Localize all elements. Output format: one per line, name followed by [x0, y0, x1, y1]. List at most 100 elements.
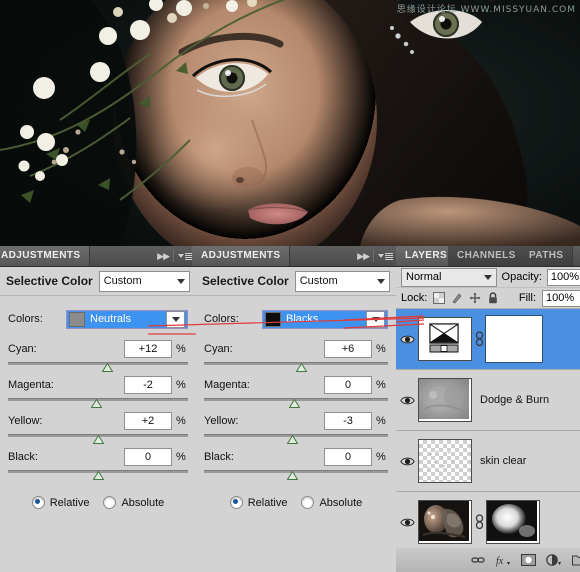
- table-row[interactable]: skin clear: [396, 431, 580, 492]
- layer-thumbnail[interactable]: [418, 378, 472, 422]
- layer-mask-icon[interactable]: [521, 553, 536, 567]
- radio-absolute[interactable]: Absolute: [301, 496, 362, 509]
- adjustments-panel-right: ADJUSTMENTS ▶▶ Selective Color Custom Co…: [196, 246, 397, 572]
- blend-mode-dropdown[interactable]: Normal: [401, 268, 497, 287]
- opacity-input[interactable]: 100%: [547, 269, 580, 286]
- double-right-arrow-icon[interactable]: ▶▶: [157, 251, 169, 262]
- divider: [373, 250, 374, 262]
- table-row[interactable]: [396, 492, 580, 553]
- blend-mode-value: Normal: [406, 271, 484, 283]
- slider-value[interactable]: 0: [124, 448, 172, 466]
- slider-value[interactable]: +6: [324, 340, 372, 358]
- tab-channels[interactable]: CHANNELS: [448, 246, 526, 266]
- radio-indicator[interactable]: [103, 496, 116, 509]
- slider-unit: %: [176, 379, 188, 391]
- slider-unit: %: [176, 415, 188, 427]
- fill-input[interactable]: 100%: [542, 290, 580, 307]
- layers-panel: LAYERS CHANNELS PATHS Normal Opacity: 10…: [396, 246, 580, 572]
- layers-tab-bar: LAYERS CHANNELS PATHS: [396, 246, 580, 267]
- slider-track[interactable]: [204, 468, 388, 482]
- link-layers-icon[interactable]: [472, 514, 486, 530]
- layer-thumbnail[interactable]: [418, 317, 472, 361]
- lock-image-pixels-icon[interactable]: [451, 292, 463, 304]
- slider-value[interactable]: -2: [124, 376, 172, 394]
- panel-menu-icon[interactable]: [378, 253, 393, 260]
- mask-thumbnail: [487, 501, 537, 541]
- slider-thumb[interactable]: [93, 435, 104, 444]
- lock-transparency-icon[interactable]: [433, 292, 445, 304]
- gray-photo-thumbnail: [419, 379, 469, 419]
- colors-row: Colors: Blacks: [196, 308, 396, 330]
- radio-relative[interactable]: Relative: [230, 496, 288, 509]
- slider-label: Black:: [204, 451, 320, 463]
- colors-dropdown[interactable]: Blacks: [262, 310, 388, 329]
- slider-label: Cyan:: [8, 343, 120, 355]
- lock-row: Lock: Fill: 100%: [396, 288, 580, 309]
- selective-color-header: Selective Color Custom: [0, 267, 196, 296]
- chevron-down-icon: [177, 279, 185, 284]
- slider-track[interactable]: [8, 468, 188, 482]
- slider-track[interactable]: [204, 396, 388, 410]
- layer-mask-thumbnail[interactable]: [486, 500, 540, 544]
- link-layers-icon[interactable]: [472, 331, 486, 347]
- table-row[interactable]: Dodge & Burn: [396, 370, 580, 431]
- colors-dropdown-button[interactable]: [366, 311, 385, 328]
- radio-indicator[interactable]: [230, 496, 243, 509]
- colors-dropdown-button[interactable]: [166, 311, 185, 328]
- slider-track[interactable]: [8, 396, 188, 410]
- colors-row: Colors: Neutrals: [0, 308, 196, 330]
- slider-thumb[interactable]: [289, 399, 300, 408]
- slider-track[interactable]: [8, 360, 188, 374]
- radio-label: Relative: [50, 497, 90, 509]
- layer-thumbnail[interactable]: [418, 500, 472, 544]
- slider-track[interactable]: [8, 432, 188, 446]
- slider-thumb[interactable]: [296, 363, 307, 372]
- tab-adjustments[interactable]: ADJUSTMENTS: [0, 246, 90, 266]
- new-fill-adjustment-icon[interactable]: [546, 553, 562, 567]
- slider-thumb[interactable]: [93, 471, 104, 480]
- radio-indicator[interactable]: [32, 496, 45, 509]
- slider-thumb[interactable]: [102, 363, 113, 372]
- layer-name[interactable]: skin clear: [472, 455, 580, 467]
- tab-adjustments[interactable]: ADJUSTMENTS: [192, 246, 290, 266]
- link-layers-icon[interactable]: [471, 553, 485, 567]
- slider-label: Yellow:: [8, 415, 120, 427]
- slider-track[interactable]: [204, 432, 388, 446]
- layer-name[interactable]: Dodge & Burn: [472, 394, 580, 406]
- layer-thumbnail[interactable]: [418, 439, 472, 483]
- radio-indicator[interactable]: [301, 496, 314, 509]
- layer-style-fx-icon[interactable]: fx: [495, 553, 511, 567]
- method-radio-group: Relative Absolute: [196, 496, 396, 509]
- new-group-icon[interactable]: [572, 553, 580, 567]
- layer-visibility-toggle[interactable]: [396, 517, 418, 528]
- slider-yellow: Yellow: +2 %: [0, 410, 196, 446]
- lock-position-icon[interactable]: [469, 292, 481, 304]
- panel-tab-bar: ADJUSTMENTS ▶▶: [0, 246, 196, 267]
- panel-menu-icon[interactable]: [178, 253, 193, 260]
- double-right-arrow-icon[interactable]: ▶▶: [357, 251, 369, 262]
- slider-track[interactable]: [204, 360, 388, 374]
- radio-absolute[interactable]: Absolute: [103, 496, 164, 509]
- slider-thumb[interactable]: [287, 435, 298, 444]
- slider-value[interactable]: 0: [324, 376, 372, 394]
- preset-dropdown[interactable]: Custom: [295, 271, 390, 292]
- slider-thumb[interactable]: [287, 471, 298, 480]
- lock-all-icon[interactable]: [487, 292, 499, 304]
- preset-dropdown[interactable]: Custom: [99, 271, 190, 292]
- slider-thumb[interactable]: [91, 399, 102, 408]
- radio-relative[interactable]: Relative: [32, 496, 90, 509]
- slider-value[interactable]: +2: [124, 412, 172, 430]
- selective-color-thumbnail-icon: [419, 318, 469, 358]
- layer-visibility-toggle[interactable]: [396, 456, 418, 467]
- image-canvas[interactable]: 思缘设计论坛 WWW.MISSYUAN.COM: [0, 0, 580, 246]
- layer-visibility-toggle[interactable]: [396, 395, 418, 406]
- table-row[interactable]: [396, 309, 580, 370]
- slider-value[interactable]: -3: [324, 412, 372, 430]
- eye-icon: [400, 517, 415, 528]
- colors-dropdown[interactable]: Neutrals: [66, 310, 188, 329]
- layer-visibility-toggle[interactable]: [396, 334, 418, 345]
- slider-value[interactable]: 0: [324, 448, 372, 466]
- tab-paths[interactable]: PATHS: [520, 246, 573, 266]
- slider-value[interactable]: +12: [124, 340, 172, 358]
- layer-mask-thumbnail[interactable]: [486, 316, 542, 362]
